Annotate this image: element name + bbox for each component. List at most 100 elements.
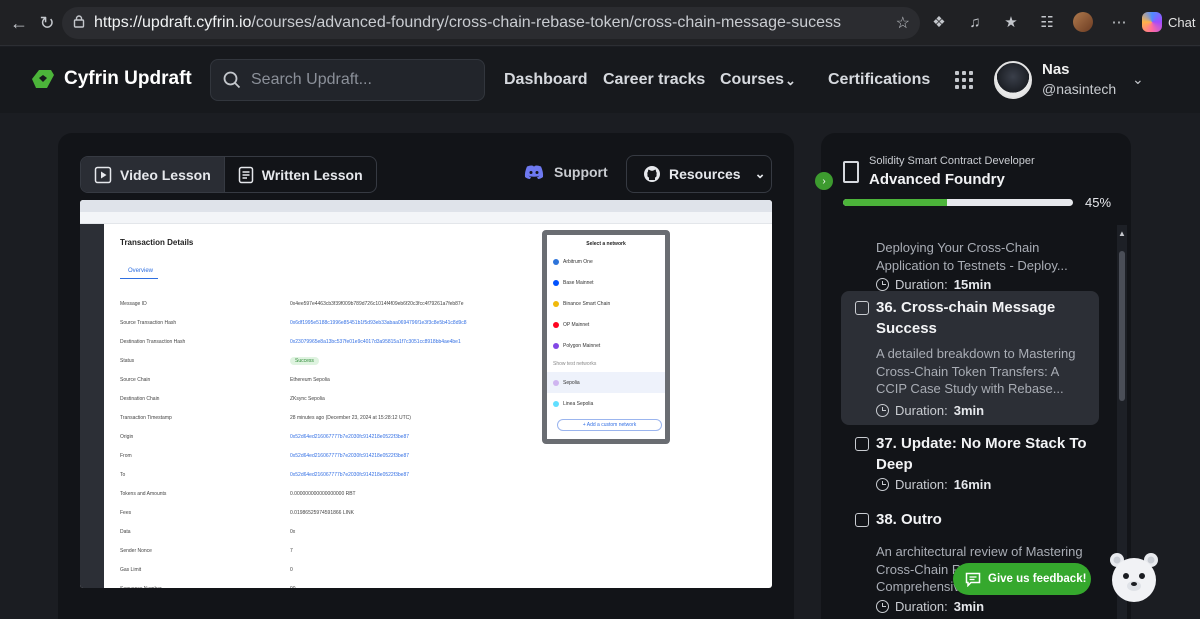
list-fade — [821, 225, 1115, 235]
table-row: Destination Chain ZKsync Sepolia — [120, 389, 540, 408]
lock-icon — [72, 14, 86, 33]
scrollbar-thumb[interactable] — [1119, 251, 1125, 401]
network-logo-icon — [553, 258, 559, 265]
row-key: Transaction Timestamp — [120, 414, 172, 421]
search-input[interactable]: Search Updraft... — [210, 59, 485, 101]
row-value: 0x52d64ed216067777b7e2030fc914218e0522f3… — [290, 471, 410, 478]
feedback-button[interactable]: Give us feedback! — [953, 563, 1091, 595]
lesson-title: 36. Cross-chain Message Success — [876, 299, 1056, 337]
lesson-duration: Duration: 16min — [876, 477, 991, 492]
table-row: Gas Limit 0 — [120, 560, 540, 579]
star-icon[interactable]: ☆ — [896, 13, 910, 33]
feedback-label: Give us feedback! — [988, 573, 1087, 585]
row-value: Ethereum Sepolia — [290, 376, 330, 383]
row-key: Source Transaction Hash — [120, 319, 177, 326]
chat-button[interactable]: Chat — [1142, 12, 1195, 32]
table-row: Message ID 0x4ee597e4463cb3f39f009b789d72… — [120, 294, 540, 313]
row-value: 7 — [290, 547, 293, 554]
lesson-item[interactable]: 38. Outro An architectural review of Mast… — [841, 503, 1099, 619]
avatar[interactable] — [994, 61, 1032, 99]
lesson-checkbox[interactable] — [855, 301, 869, 315]
chevron-right-icon[interactable]: › — [815, 172, 833, 190]
collections-icon[interactable]: ☷ — [1034, 8, 1060, 36]
video-player[interactable]: Transaction Details Overview Message ID 0… — [80, 200, 772, 588]
network-logo-icon — [553, 300, 559, 307]
read-aloud-icon[interactable]: ♫ — [962, 8, 988, 36]
network-logo-icon — [553, 279, 559, 286]
discord-icon — [524, 165, 544, 179]
profile-icon[interactable] — [1070, 8, 1096, 36]
network-item: Polygon Mainnet — [547, 335, 665, 356]
back-icon[interactable]: ← — [4, 8, 34, 38]
chevron-down-icon[interactable]: ⌄ — [785, 73, 796, 89]
app-header: Cyfrin Updraft Search Updraft... Dashboa… — [0, 47, 1200, 113]
nav-certifications[interactable]: Certifications — [828, 71, 930, 89]
progress-label: 45% — [1085, 195, 1112, 210]
lesson-checkbox[interactable] — [855, 513, 869, 527]
more-icon[interactable]: ⋯ — [1106, 8, 1132, 36]
nav-courses[interactable]: Courses — [720, 71, 784, 89]
modal-title: Select a network — [586, 241, 626, 247]
support-label: Support — [554, 164, 608, 180]
support-link[interactable]: Support — [524, 164, 608, 180]
network-item: Arbitrum One — [547, 251, 665, 272]
duration-label: Duration: — [895, 477, 948, 492]
row-key: Status — [120, 357, 135, 364]
lesson-duration: Duration: 3min — [876, 599, 984, 614]
lesson-item[interactable]: 36. Cross-chain Message Success A detaile… — [841, 291, 1099, 425]
network-item: Base Mainnet — [547, 272, 665, 293]
row-key: Sender Nonce — [120, 547, 152, 554]
duration-label: Duration: — [895, 599, 948, 614]
network-logo-icon — [553, 379, 559, 386]
favorites-icon[interactable]: ★ — [998, 8, 1024, 36]
tab-video-lesson[interactable]: Video Lesson — [81, 157, 224, 192]
logo[interactable]: Cyfrin Updraft — [30, 67, 192, 91]
scroll-up-arrow-icon[interactable]: ▲ — [1118, 229, 1126, 238]
row-value: 0.01986525974591866 LINK — [290, 509, 354, 516]
row-key: Destination Transaction Hash — [120, 338, 186, 345]
tab-written-lesson[interactable]: Written Lesson — [223, 157, 376, 192]
duration-value: 3min — [953, 599, 985, 614]
row-key: Gas Limit — [120, 566, 142, 573]
lesson-checkbox[interactable] — [855, 437, 869, 451]
extensions-icon[interactable]: ❖ — [926, 8, 952, 36]
address-bar[interactable]: https://updraft.cyfrin.io/courses/advanc… — [62, 7, 920, 39]
document-icon — [238, 166, 254, 183]
row-value: 0x6df1995e5188c1996e85451b1f5d93eb33abaa… — [290, 319, 467, 326]
resources-label: Resources — [669, 166, 741, 182]
row-value: 0x52d64ed216067777b7e2030fc914218e0522f3… — [290, 433, 410, 440]
lesson-duration: Duration: 3min — [876, 403, 984, 418]
nav-dashboard[interactable]: Dashboard — [504, 71, 588, 89]
duration-value: 3min — [953, 403, 985, 418]
table-row: Sequence Number90 — [120, 579, 540, 589]
apps-grid-icon[interactable] — [955, 71, 973, 89]
table-row: Fees 0.01986525974591866 LINK — [120, 503, 540, 522]
table-row: Sender Nonce 7 — [120, 541, 540, 560]
lesson-item[interactable]: 37. Update: No More Stack To Deep Duratio… — [841, 425, 1099, 503]
row-key: Origin — [120, 433, 134, 440]
table-row: To 0x52d64ed216067777b7e2030fc914218e0522… — [120, 465, 540, 484]
row-value: ZKsync Sepolia — [290, 395, 325, 402]
bear-mascot-icon[interactable] — [1108, 548, 1160, 608]
tab-label: Video Lesson — [120, 166, 211, 183]
network-name: Polygon Mainnet — [563, 342, 601, 349]
row-value: 0x4ee597e4463cb3f39f009b789d726c1014f4f0… — [290, 300, 464, 307]
copilot-icon — [1142, 12, 1162, 32]
row-value: 0 — [290, 566, 293, 573]
row-key: Message ID — [120, 300, 147, 307]
resources-dropdown[interactable]: Resources ⌄ — [626, 155, 772, 193]
row-value: 28 minutes ago (December 23, 2024 at 15:… — [290, 414, 411, 421]
network-name: Sepolia — [563, 379, 580, 386]
user-menu-chevron-icon[interactable]: ⌄ — [1132, 71, 1144, 88]
nav-career-tracks[interactable]: Career tracks — [603, 71, 705, 89]
network-name: Linea Sepolia — [563, 400, 594, 407]
lesson-title: 38. Outro — [876, 511, 942, 528]
table-row: Source Transaction Hash 0x6df1995e5188c19… — [120, 313, 540, 332]
show-test-networks-toggle: Show test networks — [553, 361, 597, 367]
refresh-icon[interactable]: ↻ — [32, 8, 62, 38]
table-row: Origin 0x52d64ed216067777b7e2030fc914218e… — [120, 427, 540, 446]
add-network-button: + Add a custom network — [557, 419, 662, 431]
network-name: OP Mainnet — [563, 321, 590, 328]
search-placeholder: Search Updraft... — [251, 71, 372, 88]
video-overview-tab: Overview — [128, 268, 154, 274]
